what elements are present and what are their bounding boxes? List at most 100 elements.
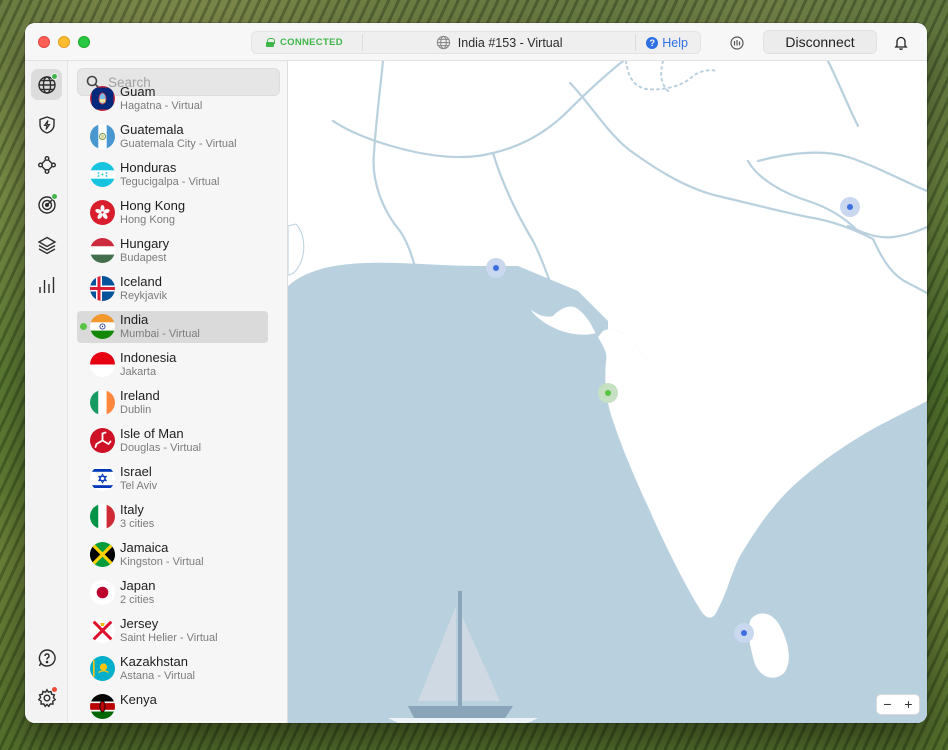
help-circle-icon (38, 648, 56, 667)
current-server-label: India #153 - Virtual (457, 35, 563, 50)
layers-icon (37, 236, 56, 254)
israel-flag-icon (90, 466, 115, 491)
country-name: Isle of Man (120, 426, 184, 441)
jersey-flag-icon (90, 618, 115, 643)
server-map[interactable]: − + (288, 61, 927, 723)
connected-indicator (51, 73, 58, 80)
nav-settings[interactable] (31, 682, 62, 713)
bell-icon (894, 36, 908, 50)
help-link[interactable]: ? Help (636, 36, 700, 50)
bar-chart-icon (38, 276, 54, 293)
help-label: Help (662, 35, 688, 50)
country-row-italy[interactable]: Italy 3 cities (68, 500, 287, 538)
guam-flag-icon (90, 86, 115, 111)
country-city: Astana - Virtual (120, 670, 196, 682)
indonesia-flag-icon (90, 352, 115, 377)
globe-icon (436, 35, 450, 50)
kenya-flag-icon (90, 694, 115, 719)
country-name: Hungary (120, 236, 170, 251)
isle-of-man-flag-icon (90, 428, 115, 453)
shield-bolt-icon (38, 115, 55, 134)
minimize-window-button[interactable] (58, 36, 70, 48)
honduras-flag-icon (90, 162, 115, 187)
country-city: Douglas - Virtual (120, 442, 202, 454)
country-name: Jersey (120, 616, 159, 631)
meshnet-nodes-icon (37, 155, 56, 174)
country-name: Iceland (120, 274, 162, 289)
country-name: Kazakhstan (120, 654, 188, 669)
server-pin-colombo[interactable] (734, 623, 754, 643)
country-row-kazakhstan[interactable]: Kazakhstan Astana - Virtual (68, 652, 287, 690)
country-row-india[interactable]: India Mumbai - Virtual (68, 310, 287, 348)
navigation-rail (25, 61, 68, 723)
status-indicator (51, 193, 58, 200)
country-city: Hagatna - Virtual (120, 100, 203, 112)
country-city: Dublin (120, 404, 152, 416)
country-row-guam[interactable]: Guam Hagatna - Virtual (68, 82, 287, 120)
lock-icon (266, 38, 275, 47)
meshnet-button[interactable] (726, 32, 748, 54)
nav-statistics[interactable] (31, 269, 62, 300)
question-icon: ? (646, 36, 659, 49)
map-canvas[interactable] (288, 61, 927, 723)
close-window-button[interactable] (38, 36, 50, 48)
country-row-iceland[interactable]: Iceland Reykjavik (68, 272, 287, 310)
country-city: Saint Helier - Virtual (120, 632, 218, 644)
kazakhstan-flag-icon (90, 656, 115, 681)
zoom-out-button[interactable]: − (877, 695, 898, 714)
japan-flag-icon (90, 580, 115, 605)
country-row-kenya[interactable]: Kenya (68, 690, 287, 723)
nav-meshnet[interactable] (31, 149, 62, 180)
hungary-flag-icon (90, 238, 115, 263)
connection-status: CONNECTED (252, 37, 362, 48)
country-city: Kingston - Virtual (120, 556, 204, 568)
zoom-in-button[interactable]: + (898, 695, 919, 714)
maximize-window-button[interactable] (78, 36, 90, 48)
country-name: Honduras (120, 160, 177, 175)
iceland-flag-icon (90, 276, 115, 301)
ireland-flag-icon (90, 390, 115, 415)
country-row-ireland[interactable]: Ireland Dublin (68, 386, 287, 424)
country-city: 2 cities (120, 594, 155, 606)
country-city: Tegucigalpa - Virtual (120, 176, 220, 188)
country-list: Guam Hagatna - Virtual Guatemala Guatema… (68, 82, 287, 723)
country-row-hong-kong[interactable]: Hong Kong Hong Kong (68, 196, 287, 234)
nav-help[interactable] (31, 642, 62, 673)
country-row-jamaica[interactable]: Jamaica Kingston - Virtual (68, 538, 287, 576)
country-row-hungary[interactable]: Hungary Budapest (68, 234, 287, 272)
country-name: Israel (120, 464, 152, 479)
country-name: Indonesia (120, 350, 177, 365)
country-row-indonesia[interactable]: Indonesia Jakarta (68, 348, 287, 386)
country-row-honduras[interactable]: Honduras Tegucigalpa - Virtual (68, 158, 287, 196)
zoom-controls: − + (877, 695, 919, 714)
italy-flag-icon (90, 504, 115, 529)
nav-threat-protection[interactable] (31, 109, 62, 140)
country-name: Ireland (120, 388, 160, 403)
notifications-button[interactable] (891, 32, 911, 52)
country-row-isle-of-man[interactable]: Isle of Man Douglas - Virtual (68, 424, 287, 462)
country-city: Budapest (120, 252, 167, 264)
nav-vpn-globe[interactable] (31, 69, 62, 100)
current-server[interactable]: India #153 - Virtual (363, 35, 635, 50)
country-city: 3 cities (120, 518, 155, 530)
title-bar: CONNECTED India #153 - Virtual ? Help Di… (25, 23, 927, 61)
country-row-japan[interactable]: Japan 2 cities (68, 576, 287, 614)
country-name: Italy (120, 502, 144, 517)
server-pin-mumbai-connected[interactable] (598, 383, 618, 403)
country-name: Guam (120, 84, 156, 99)
nav-split-tunneling[interactable] (31, 229, 62, 260)
country-name: Kenya (120, 692, 157, 707)
disconnect-button[interactable]: Disconnect (763, 30, 877, 54)
country-name: Japan (120, 578, 156, 593)
country-name: Hong Kong (120, 198, 186, 213)
nav-dark-web-monitor[interactable] (31, 189, 62, 220)
india-flag-icon (90, 314, 115, 339)
server-pin-karachi[interactable] (486, 258, 506, 278)
guatemala-flag-icon (90, 124, 115, 149)
country-row-jersey[interactable]: Jersey Saint Helier - Virtual (68, 614, 287, 652)
server-pin-kathmandu[interactable] (840, 197, 860, 217)
country-row-guatemala[interactable]: Guatemala Guatemala City - Virtual (68, 120, 287, 158)
country-row-israel[interactable]: Israel Tel Aviv (68, 462, 287, 500)
jamaica-flag-icon (90, 542, 115, 567)
country-name: Jamaica (120, 540, 169, 555)
